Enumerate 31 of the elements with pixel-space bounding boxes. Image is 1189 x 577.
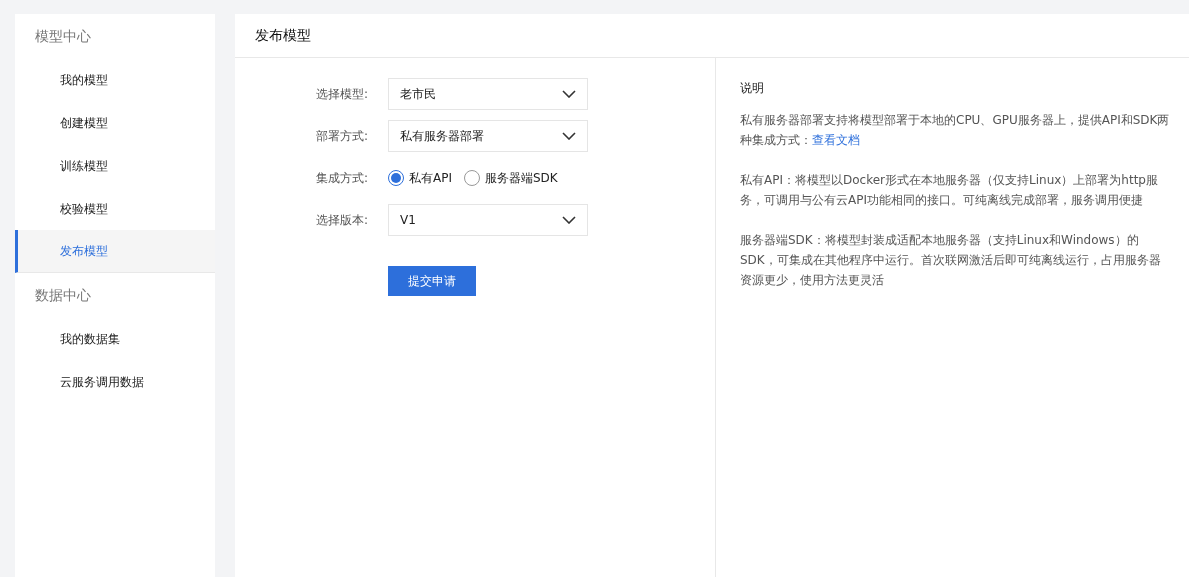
select-value: V1 (400, 212, 416, 229)
page-title: 发布模型 (255, 26, 311, 45)
radio-label: 服务器端SDK (485, 170, 558, 187)
chevron-down-icon (562, 90, 576, 98)
sidebar-item[interactable]: 我的数据集 (15, 317, 215, 360)
sidebar-item[interactable]: 训练模型 (15, 144, 215, 187)
docs-link[interactable]: 查看文档 (812, 133, 860, 147)
chevron-down-icon (562, 132, 576, 140)
sidebar-group-title: 数据中心 (34, 285, 92, 305)
info-paragraph: 服务器端SDK：将模型封装成适配本地服务器（支持Linux和Windows）的SDK，可集成在其他程序中运行。首次联网激活后即可纯离线运行，占用服务器资源更少，使用方法更灵活 (740, 232, 1162, 289)
sidebar-item[interactable]: 校验模型 (15, 187, 215, 230)
select-field[interactable]: V1 (388, 204, 588, 236)
chevron-down-icon (562, 216, 576, 224)
sidebar-item[interactable]: 发布模型 (15, 230, 215, 273)
select-field[interactable]: 私有服务器部署 (388, 120, 588, 152)
radio-label: 私有API (409, 170, 452, 187)
sidebar-item[interactable]: 云服务调用数据 (15, 360, 215, 403)
info-title: 说明 (740, 80, 765, 97)
info-paragraph: 私有API：将模型以Docker形式在本地服务器（仅支持Linux）上部署为http服务，可调用与公有云API功能相同的接口。可纯离线完成部署，服务调用便捷 (740, 172, 1159, 209)
field-label: 选择模型: (314, 86, 369, 103)
field-label: 集成方式: (314, 170, 369, 187)
sidebar-item[interactable]: 我的模型 (15, 58, 215, 101)
select-value: 老市民 (400, 86, 436, 103)
select-field[interactable]: 老市民 (388, 78, 588, 110)
sidebar-group-title: 模型中心 (34, 26, 92, 46)
field-label: 部署方式: (314, 128, 369, 145)
sidebar-item[interactable]: 创建模型 (15, 101, 215, 144)
info-paragraph: 私有服务器部署支持将模型部署于本地的CPU、GPU服务器上，提供API和SDK两种集成方式：查看文档 (740, 112, 1170, 149)
submit-button[interactable]: 提交申请 (388, 266, 476, 296)
select-value: 私有服务器部署 (400, 128, 484, 145)
field-label: 选择版本: (314, 212, 369, 229)
